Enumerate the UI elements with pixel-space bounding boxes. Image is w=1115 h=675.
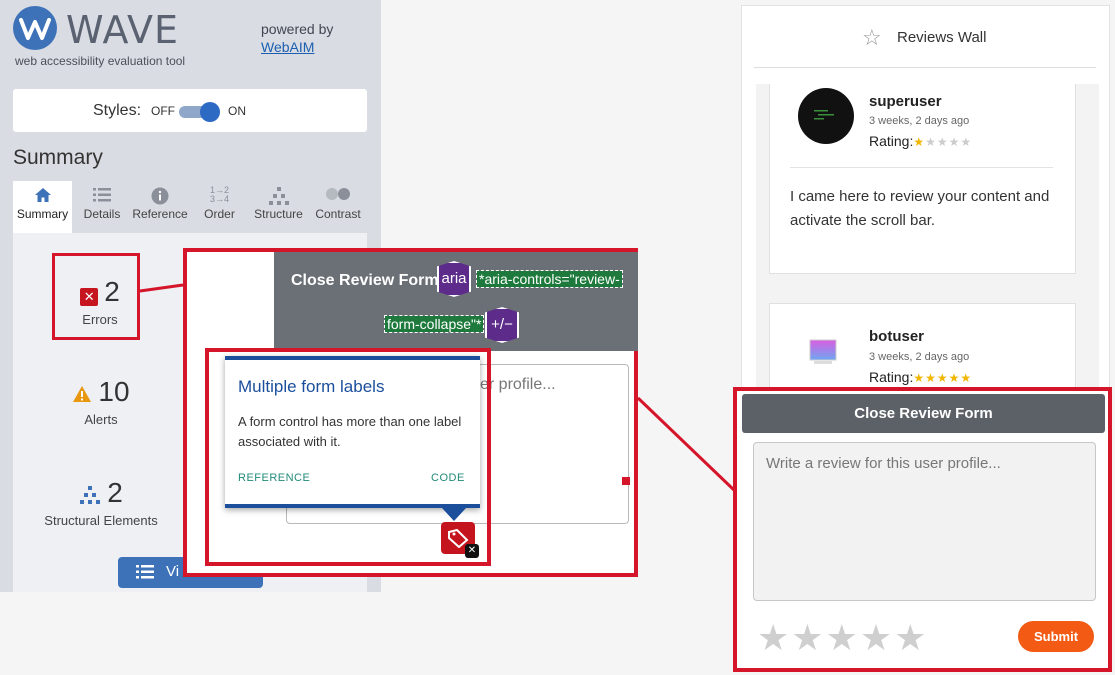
review-card: superuser 3 weeks, 2 days ago Rating:★★★…	[769, 84, 1076, 274]
reviews-wall-title: Reviews Wall	[897, 29, 987, 46]
wave-title: WAVE	[66, 8, 180, 52]
webaim-link[interactable]: WebAIM	[261, 38, 333, 56]
reviews-wall-header: ☆ Reviews Wall	[742, 6, 1109, 68]
reviews-list[interactable]: superuser 3 weeks, 2 days ago Rating:★★★…	[756, 84, 1099, 391]
tooltip-title: Multiple form labels	[238, 377, 385, 396]
review-rating: Rating:★★★★★	[869, 369, 972, 385]
tooltip-reference-link[interactable]: REFERENCE	[238, 472, 310, 484]
home-icon	[13, 181, 72, 207]
rating-label: Rating:	[869, 369, 914, 385]
wave-logo	[13, 6, 57, 50]
order-icon: 1→2 3→4	[209, 185, 229, 204]
tab-details[interactable]: Details	[75, 181, 129, 233]
reviews-wall: ☆ Reviews Wall superuser 3 weeks, 2 days…	[741, 5, 1110, 391]
submit-button[interactable]: Submit	[1018, 621, 1094, 652]
errors-highlight	[52, 253, 140, 340]
connector-line-form	[636, 396, 736, 492]
review-time: 3 weeks, 2 days ago	[869, 351, 970, 363]
header-divider	[754, 67, 1096, 68]
list-icon	[75, 181, 129, 207]
alert-icon	[72, 385, 92, 408]
star-icon: ☆	[862, 25, 882, 50]
tooltip-arrow	[442, 508, 466, 521]
tab-contrast[interactable]: Contrast	[309, 181, 367, 233]
wave-tooltip: Multiple form labels A form control has …	[225, 356, 480, 521]
review-form-highlight: Close Review Form Write a review for thi…	[733, 387, 1112, 672]
structure-icon	[79, 486, 101, 509]
tab-summary[interactable]: Summary	[13, 181, 72, 233]
aria-badge-label: aria	[441, 270, 467, 287]
tab-label: Reference	[132, 207, 188, 221]
powered-by: powered by WebAIM	[261, 20, 333, 56]
alerts-count: 10	[98, 376, 130, 407]
tab-order[interactable]: 1→2 3→4 Order	[191, 181, 248, 233]
tab-structure[interactable]: Structure	[249, 181, 308, 233]
review-rating: Rating:★★★★★	[869, 133, 972, 149]
rating-stars: ★★★★★	[913, 135, 973, 149]
wave-logo-icon	[19, 18, 51, 40]
wave-tabs: Summary Details Reference 1→2 3→4 Order S…	[13, 181, 367, 233]
wave-subtitle: web accessibility evaluation tool	[15, 54, 186, 68]
structural-stat[interactable]: 2 Structural Elements	[37, 477, 165, 528]
tab-label: Structure	[254, 207, 303, 221]
avatar	[798, 88, 854, 144]
avatar	[798, 328, 842, 372]
zoom-form-header: Close Review Form aria *aria-controls="r…	[274, 252, 638, 351]
review-user: superuser	[869, 93, 942, 110]
structure-icon	[249, 181, 308, 207]
styles-off-label: OFF	[151, 104, 175, 118]
error-marker	[622, 477, 630, 485]
star-icon[interactable]: ★	[860, 617, 894, 658]
tab-label: Summary	[16, 207, 69, 221]
styles-toggle-panel: Styles: OFF ON	[13, 89, 367, 132]
star-rating-input[interactable]: ★★★★★	[757, 617, 928, 659]
star-icon[interactable]: ★	[757, 617, 791, 658]
close-review-form-button[interactable]: Close Review Form	[742, 394, 1105, 433]
review-text: I came here to review your content and a…	[790, 188, 1050, 229]
star-icon[interactable]: ★	[894, 617, 928, 658]
tooltip-highlight: Multiple form labels A form control has …	[205, 348, 491, 566]
star-icon[interactable]: ★	[826, 617, 860, 658]
summary-heading: Summary	[13, 146, 103, 169]
tab-reference[interactable]: Reference	[129, 181, 191, 233]
list-icon	[136, 564, 154, 584]
tooltip-code-link[interactable]: CODE	[431, 472, 465, 484]
review-textarea-placeholder: Write a review for this user profile...	[766, 455, 1001, 472]
zoom-form-title: Close Review Form	[291, 272, 439, 289]
info-icon	[129, 181, 191, 207]
card-divider	[790, 167, 1053, 168]
review-textarea[interactable]: Write a review for this user profile...	[753, 442, 1096, 601]
styles-label: Styles:	[93, 102, 142, 119]
styles-toggle[interactable]	[179, 102, 220, 122]
review-card: botuser 3 weeks, 2 days ago Rating:★★★★★	[769, 303, 1076, 391]
structural-count: 2	[107, 477, 123, 508]
zoom-textarea-placeholder: er profile...	[480, 376, 556, 393]
view-details-label: Vi	[166, 563, 180, 580]
rating-label: Rating:	[869, 133, 914, 149]
review-user: botuser	[869, 328, 925, 345]
toggle-badge-icon[interactable]: +/−	[485, 307, 519, 343]
aria-badge-icon[interactable]: aria	[437, 261, 471, 297]
star-icon[interactable]: ★	[791, 617, 825, 658]
aria-controls-code: *aria-controls="review-	[476, 270, 623, 288]
alerts-label: Alerts	[84, 412, 118, 428]
rating-stars: ★★★★★	[913, 371, 973, 385]
tab-label: Details	[83, 207, 121, 221]
error-close-icon: ✕	[465, 544, 479, 558]
powered-by-text: powered by	[261, 21, 334, 37]
review-time: 3 weeks, 2 days ago	[869, 115, 970, 127]
zoom-popup: Close Review Form aria *aria-controls="r…	[183, 248, 638, 577]
tab-label: Contrast	[315, 207, 361, 221]
tooltip-body: A form control has more than one label a…	[238, 414, 462, 449]
toggle-knob	[200, 102, 220, 122]
styles-on-label: ON	[228, 104, 246, 118]
tab-label: Order	[204, 207, 235, 221]
contrast-icon	[309, 181, 367, 207]
toggle-badge-label: +/−	[491, 316, 513, 333]
alerts-stat[interactable]: 10 Alerts	[55, 376, 147, 427]
aria-controls-code-cont: form-collapse"*	[383, 315, 485, 333]
structural-label: Structural Elements	[44, 513, 158, 529]
